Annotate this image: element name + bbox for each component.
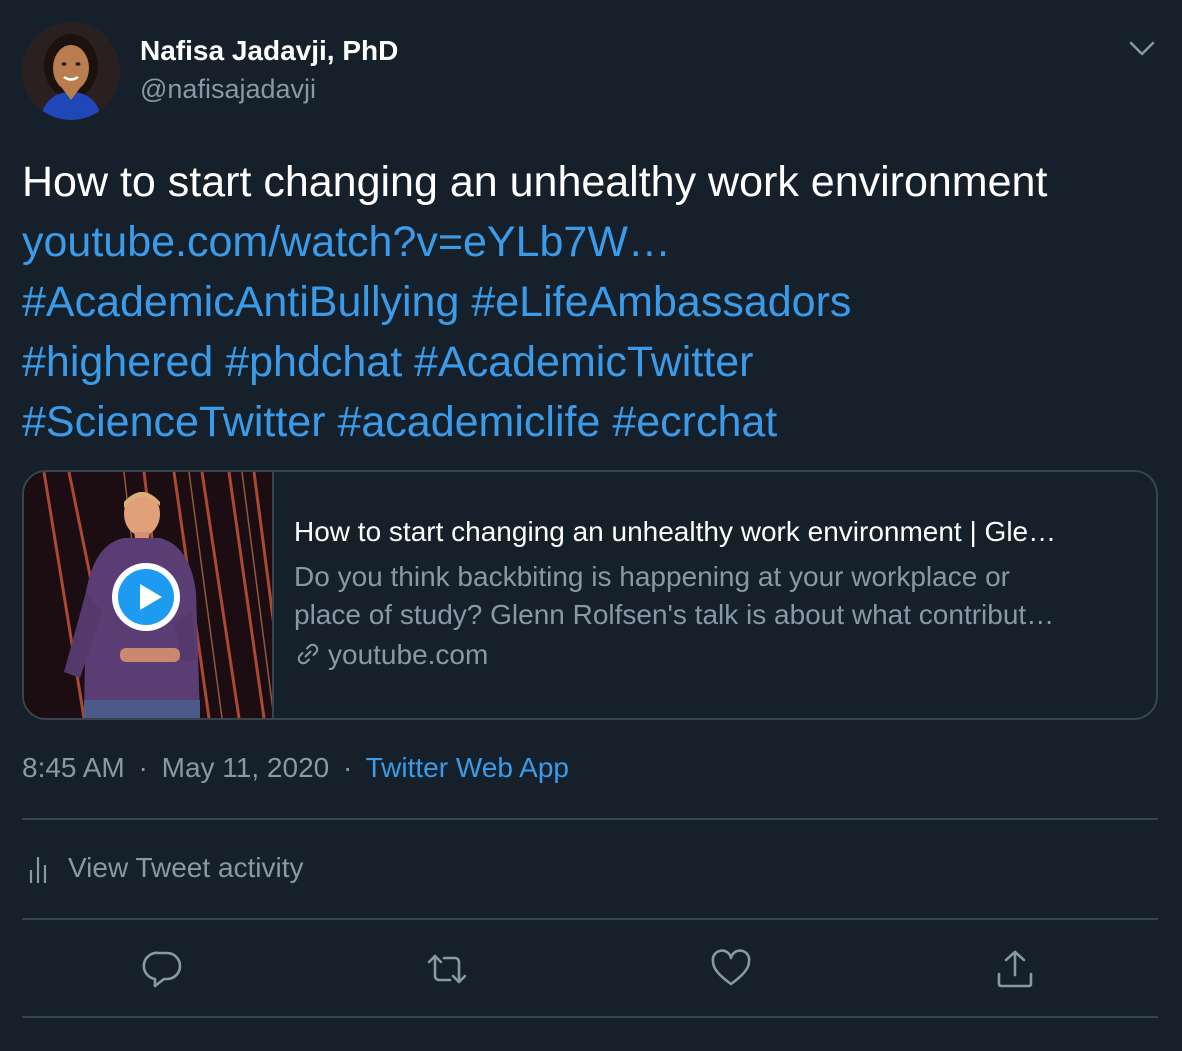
author-name[interactable]: Nafisa Jadavji, PhD (140, 35, 398, 67)
tweet-link[interactable]: youtube.com/watch?v=eYLb7W… (22, 212, 1162, 272)
video-thumbnail[interactable] (24, 472, 274, 718)
divider (22, 818, 1158, 820)
tweet-time[interactable]: 8:45 AM (22, 752, 125, 783)
link-icon (297, 643, 319, 665)
link-preview-card[interactable]: How to start changing an unhealthy work … (22, 470, 1158, 720)
divider (22, 918, 1158, 920)
tweet-detail: Nafisa Jadavji, PhD @nafisajadavji How t… (0, 0, 1182, 1051)
card-description: Do you think backbiting is happening at … (294, 558, 1134, 634)
share-icon[interactable] (994, 948, 1036, 990)
heart-icon[interactable] (710, 948, 752, 990)
tweet-text: How to start changing an unhealthy work … (22, 152, 1162, 452)
retweet-icon[interactable] (426, 948, 468, 990)
analytics-icon (29, 857, 47, 883)
tweet-text-line: How to start changing an unhealthy work … (22, 158, 1048, 206)
reply-icon[interactable] (142, 948, 184, 990)
view-tweet-activity-label: View Tweet activity (68, 852, 304, 883)
meta-separator: · (138, 752, 148, 783)
avatar[interactable] (22, 22, 120, 120)
divider (22, 1016, 1158, 1018)
card-description-line: Do you think backbiting is happening at … (294, 561, 1010, 592)
play-icon[interactable] (112, 563, 180, 631)
card-description-line: place of study? Glenn Rolfsen's talk is … (294, 599, 1055, 630)
hashtag-line[interactable]: #ScienceTwitter #academiclife #ecrchat (22, 392, 1162, 452)
chevron-down-icon[interactable] (1126, 32, 1158, 64)
tweet-meta: 8:45 AM · May 11, 2020 · Twitter Web App (22, 752, 569, 784)
meta-separator: · (343, 752, 353, 783)
author-handle[interactable]: @nafisajadavji (140, 74, 316, 105)
card-title[interactable]: How to start changing an unhealthy work … (294, 516, 1134, 548)
hashtag-line[interactable]: #AcademicAntiBullying #eLifeAmbassadors (22, 272, 1162, 332)
tweet-source[interactable]: Twitter Web App (366, 752, 569, 783)
hashtag-line[interactable]: #highered #phdchat #AcademicTwitter (22, 332, 1162, 392)
card-domain[interactable]: youtube.com (294, 639, 488, 671)
tweet-date[interactable]: May 11, 2020 (162, 752, 330, 783)
card-domain-text: youtube.com (328, 639, 489, 670)
view-tweet-activity-button[interactable]: View Tweet activity (28, 852, 304, 884)
